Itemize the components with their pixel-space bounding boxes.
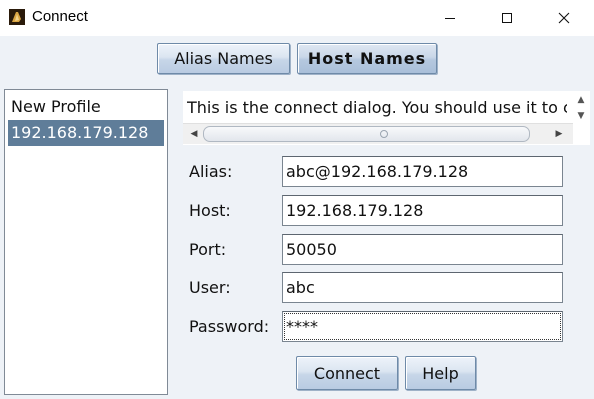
- close-icon: [558, 12, 570, 24]
- info-text-area: This is the connect dialog. You should u…: [183, 91, 590, 145]
- scrollbar-thumb[interactable]: [203, 126, 530, 142]
- alias-field[interactable]: [282, 156, 563, 187]
- horizontal-scrollbar[interactable]: ◀ ▶: [183, 123, 573, 144]
- alias-names-button[interactable]: Alias Names: [157, 43, 290, 74]
- minimize-button[interactable]: [427, 0, 473, 36]
- profile-item-new[interactable]: New Profile: [8, 94, 164, 120]
- maximize-button[interactable]: [484, 0, 530, 36]
- password-field[interactable]: [282, 311, 563, 342]
- info-text: This is the connect dialog. You should u…: [187, 98, 567, 117]
- profile-item-192-168-179-128[interactable]: 192.168.179.128: [8, 120, 164, 146]
- window-title: Connect: [32, 8, 88, 25]
- scroll-right-arrow-icon[interactable]: ▶: [551, 126, 567, 142]
- title-bar: Connect: [0, 0, 594, 36]
- maximize-icon: [502, 13, 512, 23]
- alias-label: Alias:: [189, 162, 233, 181]
- minimize-icon: [445, 18, 455, 19]
- scroll-left-arrow-icon[interactable]: ◀: [186, 126, 202, 142]
- password-label: Password:: [189, 317, 270, 336]
- user-label: User:: [189, 278, 231, 297]
- app-icon: [9, 9, 25, 25]
- port-label: Port:: [189, 240, 227, 259]
- host-names-button[interactable]: Host Names: [297, 43, 437, 74]
- grip-icon: [380, 130, 388, 138]
- port-field[interactable]: [282, 234, 563, 265]
- help-button[interactable]: Help: [405, 356, 476, 390]
- profile-list[interactable]: New Profile 192.168.179.128: [4, 89, 168, 395]
- host-label: Host:: [189, 201, 231, 220]
- user-field[interactable]: [282, 272, 563, 303]
- connect-button[interactable]: Connect: [296, 356, 398, 390]
- host-field[interactable]: [282, 195, 563, 226]
- close-button[interactable]: [541, 0, 587, 36]
- scroll-down-arrow-icon[interactable]: ▼: [572, 107, 590, 125]
